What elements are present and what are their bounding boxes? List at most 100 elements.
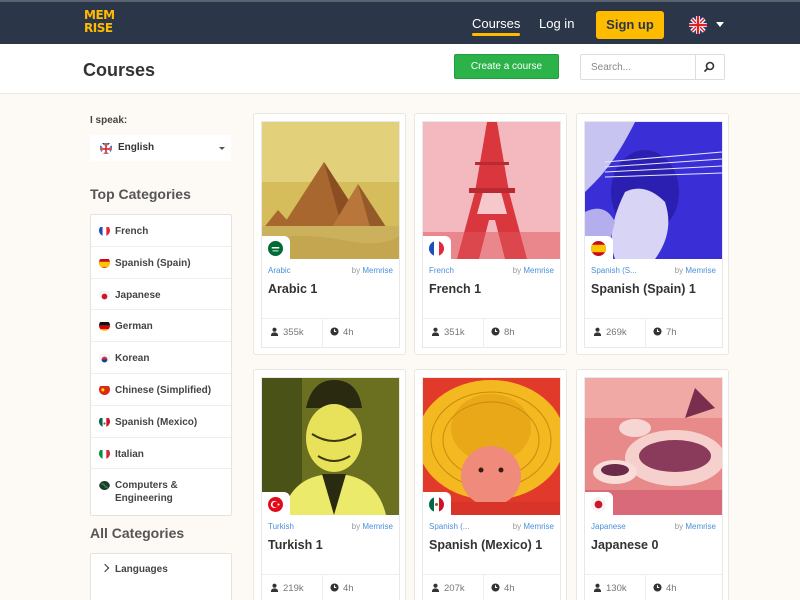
author-link[interactable]: Memrise: [362, 522, 393, 531]
clock-icon: [653, 327, 662, 336]
course-card-spanish-mexico[interactable]: Spanish (... by Memrise Spanish (Mexico)…: [414, 369, 567, 600]
user-icon: [593, 583, 602, 592]
category-item-french[interactable]: French: [91, 215, 231, 247]
course-card-spanish-spain[interactable]: Spanish (S... by Memrise Spanish (Spain)…: [576, 113, 729, 355]
category-item-japanese[interactable]: Japanese: [91, 279, 231, 311]
divider: [483, 319, 484, 348]
course-duration: 4h: [330, 583, 354, 594]
saudi-flag-icon: [268, 241, 283, 256]
author-link[interactable]: Memrise: [362, 266, 393, 275]
course-category-link[interactable]: French: [429, 266, 454, 275]
clock-icon: [491, 327, 500, 336]
learners-value: 219k: [283, 583, 304, 594]
i-speak-label: I speak:: [90, 115, 128, 126]
mexico-flag-icon: [99, 416, 110, 427]
author-link[interactable]: Memrise: [523, 522, 554, 531]
course-stats: 355k 4h: [262, 318, 399, 348]
memrise-logo[interactable]: MEM RISE: [84, 9, 115, 37]
french-flag-icon: [429, 241, 444, 256]
author-link[interactable]: Memrise: [523, 266, 554, 275]
user-icon: [270, 583, 279, 592]
korea-flag-icon: [99, 352, 110, 364]
duration-value: 4h: [343, 327, 354, 338]
course-card-body: French by Memrise French 1 351k 8h: [422, 121, 561, 348]
spain-flag-icon: [99, 257, 110, 268]
course-title[interactable]: Turkish 1: [268, 538, 323, 552]
course-title[interactable]: Spanish (Spain) 1: [591, 282, 696, 296]
learners-count: 207k: [431, 583, 465, 594]
chevron-right-icon: [100, 563, 110, 573]
course-category-link[interactable]: Japanese: [591, 522, 626, 531]
course-category-link[interactable]: Spanish (S...: [591, 266, 637, 275]
author-link[interactable]: Memrise: [685, 522, 716, 531]
nav-login-link[interactable]: Log in: [539, 16, 574, 31]
course-stats: 269k 7h: [585, 318, 722, 348]
course-author: by Memrise: [513, 522, 554, 531]
learners-count: 130k: [593, 583, 627, 594]
category-item-chinese-simplified[interactable]: Chinese (Simplified): [91, 374, 231, 406]
course-card-arabic[interactable]: Arabic by Memrise Arabic 1 355k 4h: [253, 113, 406, 355]
course-card-body: Arabic by Memrise Arabic 1 355k 4h: [261, 121, 400, 348]
all-categories-heading: All Categories: [90, 525, 185, 541]
flag-badge: [262, 492, 290, 518]
course-category-link[interactable]: Turkish: [268, 522, 294, 531]
divider: [322, 319, 323, 348]
category-item-italian[interactable]: Italian: [91, 438, 231, 470]
french-flag-icon: [99, 225, 110, 236]
course-category-link[interactable]: Spanish (...: [429, 522, 469, 531]
search-button[interactable]: [695, 55, 724, 79]
course-duration: 4h: [491, 583, 515, 594]
by-label: by: [512, 266, 522, 275]
search-input[interactable]: [581, 55, 695, 79]
category-item-spanish-spain[interactable]: Spanish (Spain): [91, 247, 231, 279]
flag-badge: [262, 236, 290, 262]
course-duration: 8h: [491, 327, 515, 338]
course-author: by Memrise: [675, 522, 716, 531]
course-card-french[interactable]: French by Memrise French 1 351k 8h: [414, 113, 567, 355]
category-label: Japanese: [115, 289, 161, 301]
by-label: by: [351, 266, 361, 275]
learners-value: 269k: [606, 327, 627, 338]
all-categories-list: Languages: [90, 553, 232, 600]
course-duration: 4h: [330, 327, 354, 338]
divider: [483, 575, 484, 600]
user-icon: [593, 327, 602, 336]
learners-value: 130k: [606, 583, 627, 594]
by-label: by: [674, 266, 684, 275]
course-card-body: Spanish (... by Memrise Spanish (Mexico)…: [422, 377, 561, 600]
category-label: Chinese (Simplified): [115, 384, 212, 396]
course-title[interactable]: Spanish (Mexico) 1: [429, 538, 542, 552]
page-title: Courses: [83, 60, 156, 80]
course-category-link[interactable]: Arabic: [268, 266, 291, 275]
duration-value: 4h: [504, 583, 515, 594]
logo-text-line2: RISE: [84, 21, 113, 35]
course-card-turkish[interactable]: Turkish by Memrise Turkish 1 219k 4h: [253, 369, 406, 600]
course-title[interactable]: Arabic 1: [268, 282, 317, 296]
uk-flag-icon[interactable]: [689, 16, 707, 34]
language-dropdown-caret-icon[interactable]: [716, 22, 724, 27]
category-item-computers-engineering[interactable]: Computers & Engineering: [91, 469, 231, 515]
category-item-korean[interactable]: Korean: [91, 342, 231, 374]
course-title[interactable]: French 1: [429, 282, 481, 296]
author-link[interactable]: Memrise: [685, 266, 716, 275]
signup-button[interactable]: Sign up: [596, 11, 664, 39]
divider: [645, 319, 646, 348]
category-label: German: [115, 321, 153, 333]
create-course-button[interactable]: Create a course: [454, 54, 559, 79]
italy-flag-icon: [99, 448, 110, 459]
course-card-body: Turkish by Memrise Turkish 1 219k 4h: [261, 377, 400, 600]
china-flag-icon: [99, 384, 110, 395]
clock-icon: [330, 583, 339, 592]
category-item-spanish-mexico[interactable]: Spanish (Mexico): [91, 406, 231, 438]
category-item-german[interactable]: German: [91, 310, 231, 343]
top-navbar: MEM RISE Courses Log in Sign up: [0, 0, 800, 44]
nav-courses-link[interactable]: Courses: [472, 16, 521, 36]
course-card-japanese[interactable]: Japanese by Memrise Japanese 0 130k 4h: [576, 369, 729, 600]
i-speak-language-select[interactable]: English: [90, 135, 231, 161]
course-duration: 7h: [653, 327, 677, 338]
all-category-item-languages[interactable]: Languages: [91, 554, 231, 586]
learners-count: 355k: [270, 327, 304, 338]
japan-flag-icon: [99, 289, 110, 300]
course-title[interactable]: Japanese 0: [591, 538, 658, 552]
duration-value: 4h: [343, 583, 354, 594]
